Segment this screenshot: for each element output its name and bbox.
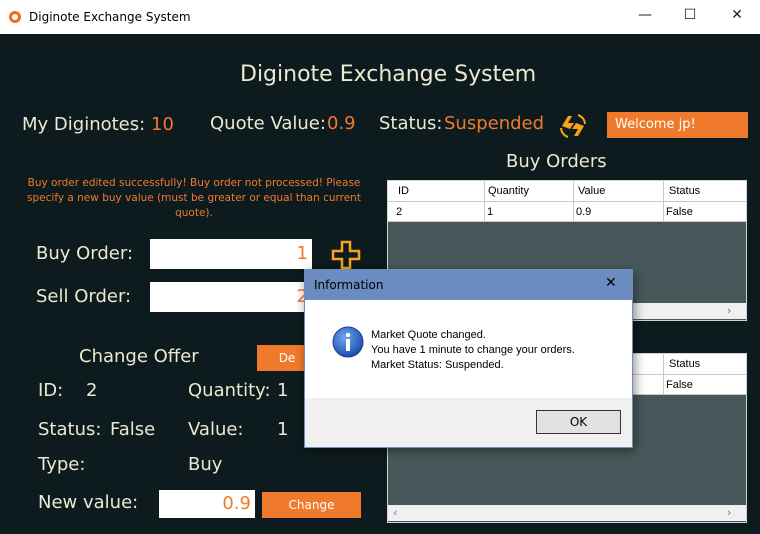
column-header-id[interactable]: ID (398, 185, 409, 197)
dialog-title-bar: Information ✕ (305, 270, 632, 300)
scroll-right-icon[interactable]: › (727, 304, 731, 317)
buy-order-label: Buy Order: (36, 243, 134, 264)
minimize-button[interactable]: — (622, 0, 668, 30)
table-cell-status[interactable]: False (666, 206, 693, 218)
offer-value-label: Value: (188, 419, 244, 440)
dialog-message-line: Market Quote changed. (371, 329, 486, 341)
column-header-status[interactable]: Status (669, 358, 700, 370)
plus-icon[interactable] (331, 240, 361, 270)
my-diginotes-label: My Diginotes: (22, 114, 146, 135)
table-cell-quantity[interactable]: 1 (487, 206, 493, 218)
window-title: Diginote Exchange System (29, 10, 191, 24)
maximize-button[interactable]: ☐ (667, 0, 713, 30)
offer-type-label: Type: (38, 454, 86, 475)
my-diginotes-value: 10 (151, 114, 174, 135)
offer-value-value: 1 (277, 419, 289, 440)
column-header-quantity[interactable]: Quantity (488, 185, 529, 197)
ok-button[interactable]: OK (536, 410, 621, 434)
table-cell-status[interactable]: False (666, 379, 693, 391)
new-value-label: New value: (38, 492, 139, 513)
dialog-close-button[interactable]: ✕ (605, 275, 617, 291)
status-value: Suspended (444, 113, 545, 134)
info-icon (332, 326, 364, 358)
horizontal-scrollbar[interactable]: ‹ › (388, 505, 746, 521)
information-dialog: Information ✕ Market Quote changed. You … (304, 269, 633, 448)
buy-orders-title: Buy Orders (506, 151, 607, 172)
column-header-value[interactable]: Value (578, 185, 605, 197)
dialog-message-line: Market Status: Suspended. (371, 359, 504, 371)
change-button[interactable]: Change (262, 492, 361, 518)
app-heading: Diginote Exchange System (240, 62, 537, 87)
offer-quantity-value: 1 (277, 380, 289, 401)
quote-value: 0.9 (327, 113, 356, 134)
offer-id-label: ID: (38, 380, 64, 401)
offer-type-value: Buy (188, 454, 223, 475)
offer-status-value: False (110, 419, 156, 440)
window-title-bar: Diginote Exchange System — ☐ ✕ (0, 0, 760, 34)
offer-quantity-label: Quantity: (188, 380, 271, 401)
scroll-left-icon[interactable]: ‹ (393, 506, 397, 519)
buy-order-input[interactable]: 1 (150, 239, 312, 269)
dialog-message-line: You have 1 minute to change your orders. (371, 344, 575, 356)
change-offer-title: Change Offer (79, 346, 199, 367)
welcome-button[interactable]: Welcome jp! (607, 112, 748, 138)
offer-id-value: 2 (86, 380, 98, 401)
scroll-right-icon[interactable]: › (727, 506, 731, 519)
table-cell-id[interactable]: 2 (396, 206, 402, 218)
sell-order-label: Sell Order: (36, 286, 132, 307)
status-message: Buy order edited successfully! Buy order… (27, 177, 361, 219)
app-logo-icon (9, 11, 21, 23)
status-label: Status: (379, 113, 443, 134)
offer-status-label: Status: (38, 419, 102, 440)
table-cell-value[interactable]: 0.9 (576, 206, 591, 218)
column-header-status[interactable]: Status (669, 185, 700, 197)
sell-order-input[interactable]: 2 (150, 282, 312, 312)
quote-value-label: Quote Value: (210, 113, 326, 134)
lightning-refresh-icon[interactable] (558, 112, 588, 140)
close-button[interactable]: ✕ (714, 0, 760, 30)
new-value-input[interactable]: 0.9 (159, 490, 255, 518)
dialog-title: Information (314, 278, 384, 292)
